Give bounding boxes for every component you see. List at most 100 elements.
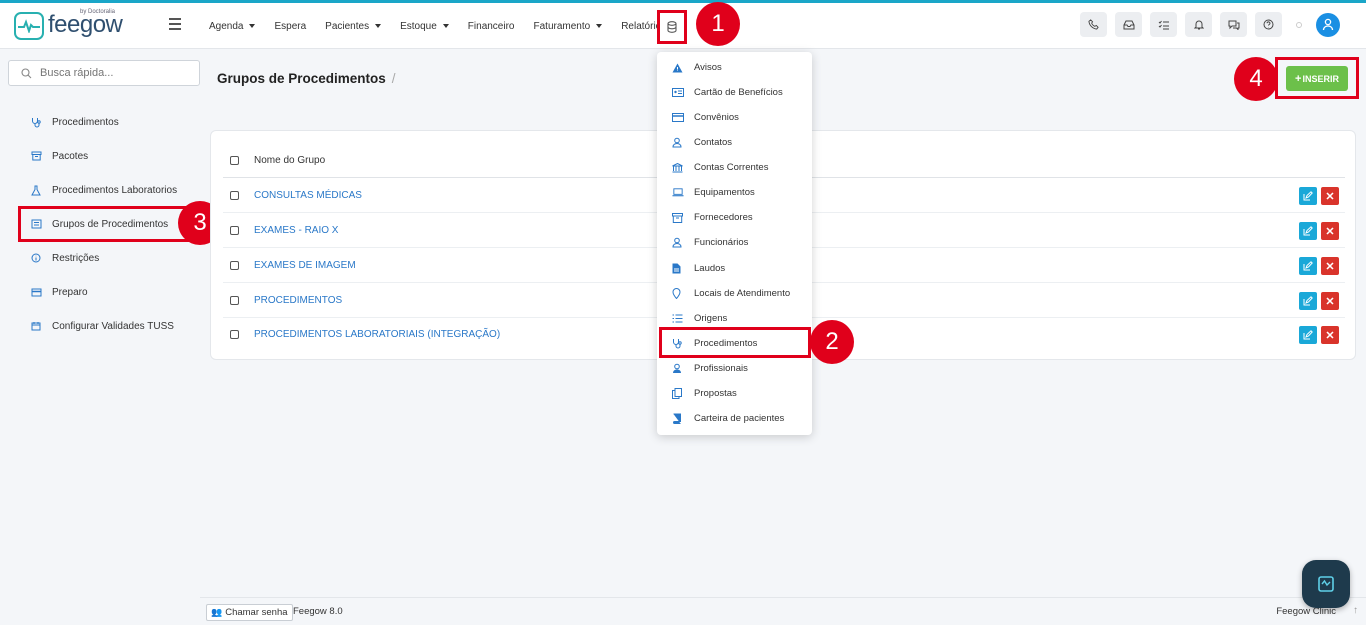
edit-icon [1303,226,1313,236]
logo-text: feegow [48,11,123,38]
page-title: Grupos de Procedimentos / [217,71,396,86]
list-icon [672,314,684,323]
laptop-icon [672,188,684,197]
annotation-badge-2: 2 [810,320,854,364]
edit-button[interactable] [1299,326,1317,344]
caret-down-icon [442,24,449,28]
insert-button[interactable]: + INSERIR [1286,66,1348,91]
sidebar-item-pacotes[interactable]: Pacotes [0,139,200,173]
logo-heartbeat-icon [14,12,44,40]
user-icon [672,137,684,148]
status-dot [1296,21,1302,28]
sidebar-item-procedimentos[interactable]: Procedimentos [0,105,200,139]
menu-item-profissionais[interactable]: Profissionais [657,356,812,381]
breadcrumb-separator: / [391,71,396,86]
annotation-badge-4: 4 [1234,57,1278,101]
column-header-nome: Nome do Grupo [254,154,326,166]
calendar-icon [31,321,43,331]
menu-item-cartao-beneficios[interactable]: Cartão de Benefícios [657,80,812,105]
menu-item-convenios[interactable]: Convênios [657,105,812,130]
help-icon[interactable] [1255,12,1282,37]
header-right-icons [1072,12,1340,37]
document-icon [672,263,684,274]
plus-icon: + [1295,72,1302,85]
search-icon [21,67,32,78]
book-icon [672,413,684,424]
edit-button[interactable] [1299,222,1317,240]
quick-search[interactable] [8,60,200,86]
menu-item-locais-atendimento[interactable]: Locais de Atendimento [657,281,812,306]
delete-button[interactable]: ✕ [1321,257,1339,275]
user-icon [672,237,684,248]
row-actions: ✕ [1295,326,1339,344]
group-name-link[interactable]: CONSULTAS MÉDICAS [254,190,362,201]
floating-action-button[interactable] [1302,560,1350,608]
logo-byline: by Doctoralia [80,9,116,15]
nav-faturamento[interactable]: Faturamento [534,21,603,32]
menu-toggle-icon[interactable] [169,18,181,33]
main-nav: Agenda Espera Pacientes Estoque Financei… [209,3,685,49]
group-name-link[interactable]: EXAMES - RAIO X [254,225,338,236]
bell-icon[interactable] [1185,12,1212,37]
flask-icon [31,185,43,196]
sidebar-item-restricoes[interactable]: Restrições [0,241,200,275]
group-name-link[interactable]: EXAMES DE IMAGEM [254,260,356,271]
menu-item-funcionarios[interactable]: Funcionários [657,230,812,255]
edit-button[interactable] [1299,187,1317,205]
menu-item-contas-correntes[interactable]: Contas Correntes [657,155,812,180]
edit-icon [1303,261,1313,271]
nav-espera[interactable]: Espera [274,21,306,32]
select-all-checkbox[interactable] [230,155,239,165]
call-ticket-button[interactable]: 👥 Chamar senha [206,604,293,621]
nav-pacientes[interactable]: Pacientes [325,21,382,32]
menu-item-contatos[interactable]: Contatos [657,130,812,155]
row-checkbox[interactable] [230,225,239,235]
group-name-link[interactable]: PROCEDIMENTOS [254,295,342,306]
archive-icon [672,212,684,223]
user-avatar-icon[interactable] [1316,12,1340,37]
sidebar-item-preparo[interactable]: Preparo [0,275,200,309]
sidebar-item-procedimentos-laboratorios[interactable]: Procedimentos Laboratorios [0,173,200,207]
menu-item-carteira-pacientes[interactable]: Carteira de pacientes [657,406,812,431]
row-checkbox[interactable] [230,295,239,305]
edit-button[interactable] [1299,257,1317,275]
map-pin-icon [672,288,684,299]
chat-icon[interactable] [1220,12,1247,37]
group-name-link[interactable]: PROCEDIMENTOS LABORATORIAIS (INTEGRAÇÃO) [254,329,500,340]
row-checkbox[interactable] [230,330,239,339]
edit-icon [1303,330,1313,340]
edit-icon [1303,296,1313,306]
delete-button[interactable]: ✕ [1321,326,1339,344]
sidebar-item-configurar-validades-tuss[interactable]: Configurar Validades TUSS [0,309,200,343]
row-checkbox[interactable] [230,260,239,270]
inbox-icon[interactable] [1115,12,1142,37]
checklist-icon[interactable] [1150,12,1177,37]
phone-icon[interactable] [1080,12,1107,37]
menu-item-propostas[interactable]: Propostas [657,381,812,406]
row-actions: ✕ [1295,187,1339,205]
nav-financeiro[interactable]: Financeiro [468,21,515,32]
search-input[interactable] [40,67,190,79]
nav-estoque[interactable]: Estoque [400,21,449,32]
edit-button[interactable] [1299,292,1317,310]
stethoscope-icon [31,117,43,128]
nav-agenda[interactable]: Agenda [209,21,256,32]
feegow-logo[interactable]: feegow by Doctoralia [14,9,123,40]
delete-button[interactable]: ✕ [1321,222,1339,240]
database-menu-button[interactable] [657,10,687,44]
delete-button[interactable]: ✕ [1321,187,1339,205]
row-checkbox[interactable] [230,190,239,200]
edit-icon [1303,191,1313,201]
menu-item-laudos[interactable]: Laudos [657,256,812,281]
scroll-top-icon[interactable]: ↑ [1353,605,1358,616]
menu-item-avisos[interactable]: Avisos [657,55,812,80]
box-icon [31,151,43,161]
menu-item-equipamentos[interactable]: Equipamentos [657,180,812,205]
credit-card-icon [672,113,684,122]
bank-icon [672,162,684,173]
delete-button[interactable]: ✕ [1321,292,1339,310]
highlight-box-procedimentos [659,327,811,358]
menu-item-fornecedores[interactable]: Fornecedores [657,205,812,230]
cadastros-dropdown-menu: Avisos Cartão de Benefícios Convênios Co… [657,52,812,435]
row-actions: ✕ [1295,292,1339,310]
